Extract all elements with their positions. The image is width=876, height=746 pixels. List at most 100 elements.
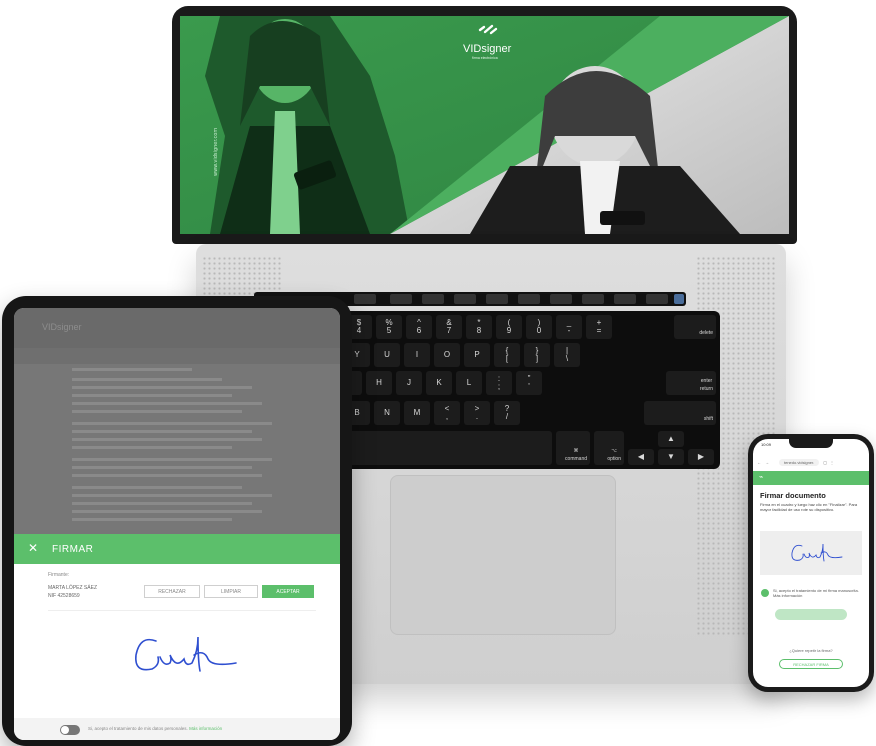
key-row2-6[interactable]: O bbox=[434, 343, 460, 367]
key-12[interactable]: + = bbox=[586, 315, 612, 339]
siri-icon[interactable] bbox=[674, 294, 684, 304]
key-row4-8[interactable]: ? / bbox=[494, 401, 520, 425]
document-text-line bbox=[72, 368, 192, 371]
accept-button[interactable]: ACEPTAR bbox=[262, 585, 314, 598]
key-row3-5[interactable]: J bbox=[396, 371, 422, 395]
key-option-right[interactable]: ⌥ option bbox=[594, 431, 624, 465]
more-info-link[interactable]: Más información bbox=[189, 726, 222, 731]
key-row3-8[interactable]: : ; bbox=[486, 371, 512, 395]
phone-signature-pad[interactable] bbox=[760, 531, 862, 575]
phone-signature-stroke bbox=[791, 543, 843, 562]
key-arrow-right[interactable]: ▶ bbox=[688, 449, 714, 465]
sign-panel-header: ✕ FIRMAR bbox=[14, 534, 340, 564]
tablet-header: VIDsigner bbox=[14, 308, 340, 348]
key-row3-4[interactable]: H bbox=[366, 371, 392, 395]
clear-button[interactable]: LIMPIAR bbox=[204, 585, 258, 598]
key-row2-9[interactable]: } ] bbox=[524, 343, 550, 367]
key-row4-7[interactable]: > . bbox=[464, 401, 490, 425]
signer-label: Firmante: bbox=[48, 572, 70, 578]
document-text-line bbox=[72, 402, 262, 405]
document-text-line bbox=[72, 394, 232, 397]
tablet-logo: VIDsigner bbox=[42, 322, 82, 332]
hero-image: www.vidsigner.com VIDsigner firma electr… bbox=[180, 16, 789, 234]
document-text-line bbox=[72, 466, 252, 469]
brightness-up-icon[interactable] bbox=[390, 294, 412, 304]
document-text-line bbox=[72, 446, 232, 449]
reject-button[interactable]: RECHAZAR bbox=[144, 585, 200, 598]
key-5[interactable]: % 5 bbox=[376, 315, 402, 339]
brand-name: VIDsigner bbox=[463, 43, 512, 55]
document-text-line bbox=[72, 518, 232, 521]
key-shift[interactable]: shift bbox=[644, 401, 716, 425]
key-row2-10[interactable]: | \ bbox=[554, 343, 580, 367]
launchpad-icon[interactable] bbox=[454, 294, 476, 304]
key-10[interactable]: ) 0 bbox=[526, 315, 552, 339]
website-vertical-text: www.vidsigner.com bbox=[213, 128, 219, 176]
key-8[interactable]: * 8 bbox=[466, 315, 492, 339]
phone-instructions: Firma en el cuadro y luego haz clic en "… bbox=[760, 502, 858, 512]
phone-screen: 10:09 ← → tenedo.vidsigner. ▢ ⋮ ⌁ Firmar… bbox=[753, 439, 869, 687]
keyboard-light-icon[interactable] bbox=[486, 294, 508, 304]
signer-info: MARTA LÓPEZ SÁEZ NIF 42528659 bbox=[48, 584, 97, 600]
document-toolbar bbox=[14, 348, 340, 364]
key-row2-5[interactable]: I bbox=[404, 343, 430, 367]
key-command-right[interactable]: ⌘ command bbox=[556, 431, 590, 465]
document-text-line bbox=[72, 430, 252, 433]
phone-reject-button[interactable]: RECHAZAR FIRMA bbox=[779, 659, 843, 669]
key-row4-5[interactable]: M bbox=[404, 401, 430, 425]
brightness-icon[interactable] bbox=[354, 294, 376, 304]
phone: 10:09 ← → tenedo.vidsigner. ▢ ⋮ ⌁ Firmar… bbox=[748, 434, 874, 692]
document-text-line bbox=[72, 438, 262, 441]
trackpad[interactable] bbox=[390, 475, 616, 635]
browser-bar: ← → tenedo.vidsigner. ▢ ⋮ bbox=[757, 457, 865, 468]
key-row4-6[interactable]: < , bbox=[434, 401, 460, 425]
phone-notch bbox=[789, 439, 833, 448]
key-arrow-up[interactable]: ▲ bbox=[658, 431, 684, 447]
key-row4-4[interactable]: N bbox=[374, 401, 400, 425]
key-delete[interactable]: delete bbox=[674, 315, 716, 339]
document-text-line bbox=[72, 502, 252, 505]
mute-icon[interactable] bbox=[614, 294, 636, 304]
signer-id: NIF 42528659 bbox=[48, 593, 80, 599]
signer-name: MARTA LÓPEZ SÁEZ bbox=[48, 585, 97, 591]
key-arrow-down[interactable]: ▼ bbox=[658, 449, 684, 465]
close-icon[interactable]: ✕ bbox=[28, 541, 39, 555]
mission-control-icon[interactable] bbox=[422, 294, 444, 304]
consent-toggle[interactable] bbox=[60, 725, 80, 735]
document-text-line bbox=[72, 494, 272, 497]
key-7[interactable]: & 7 bbox=[436, 315, 462, 339]
key-11[interactable]: _ - bbox=[556, 315, 582, 339]
url-field[interactable]: tenedo.vidsigner. bbox=[779, 459, 820, 466]
play-pause-icon[interactable] bbox=[550, 294, 572, 304]
signature-pad[interactable] bbox=[48, 610, 316, 719]
tabs-icon[interactable]: ▢ bbox=[823, 460, 827, 465]
key-row3-7[interactable]: L bbox=[456, 371, 482, 395]
key-row3-6[interactable]: K bbox=[426, 371, 452, 395]
finish-button[interactable] bbox=[775, 609, 847, 620]
document-text-line bbox=[72, 474, 262, 477]
key-row3-9[interactable]: " ' bbox=[516, 371, 542, 395]
document-overlay: VIDsigner bbox=[14, 308, 340, 534]
back-icon[interactable]: ← bbox=[757, 460, 761, 465]
key-row2-8[interactable]: { [ bbox=[494, 343, 520, 367]
menu-icon[interactable]: ⋮ bbox=[830, 460, 834, 465]
key-arrow-left[interactable]: ◀ bbox=[628, 449, 654, 465]
key-row2-4[interactable]: U bbox=[374, 343, 400, 367]
phone-header: ⌁ bbox=[753, 471, 869, 485]
tablet-screen: VIDsigner ✕ FIRMAR Firmante: MARTA LÓPEZ… bbox=[14, 308, 340, 740]
key-row2-7[interactable]: P bbox=[464, 343, 490, 367]
document-text-line bbox=[72, 486, 242, 489]
key-return[interactable]: enter return bbox=[666, 371, 716, 395]
fast-forward-icon[interactable] bbox=[582, 294, 604, 304]
consent-text: Si, acepto el tratamiento de mis datos p… bbox=[88, 726, 222, 731]
volume-icon[interactable] bbox=[646, 294, 668, 304]
document-text-line bbox=[72, 386, 252, 389]
signature-stroke bbox=[135, 636, 237, 672]
consent-radio[interactable] bbox=[761, 589, 769, 597]
forward-icon[interactable]: → bbox=[765, 460, 769, 465]
key-6[interactable]: ^ 6 bbox=[406, 315, 432, 339]
key-9[interactable]: ( 9 bbox=[496, 315, 522, 339]
rewind-icon[interactable] bbox=[518, 294, 540, 304]
status-time: 10:09 bbox=[761, 442, 772, 447]
laptop-lid: www.vidsigner.com VIDsigner firma electr… bbox=[172, 6, 797, 244]
